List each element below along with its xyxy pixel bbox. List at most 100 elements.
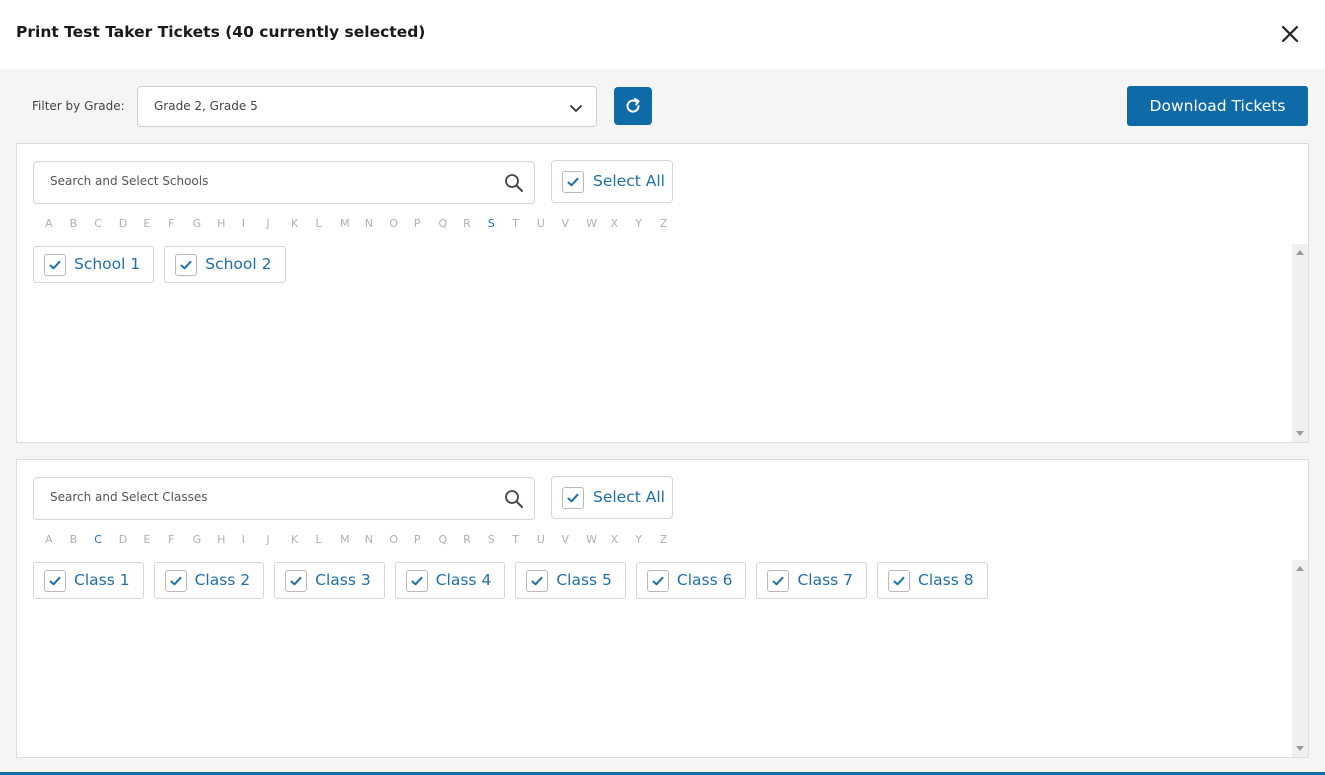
alpha-letter-w[interactable]: W: [586, 217, 611, 233]
alpha-letter-t[interactable]: T: [512, 533, 537, 549]
alpha-letter-p[interactable]: P: [414, 533, 439, 549]
chip-checkbox[interactable]: [175, 254, 198, 276]
alpha-letter-a[interactable]: A: [45, 533, 70, 549]
chip-label: Class 5: [556, 571, 612, 589]
download-tickets-button[interactable]: Download Tickets: [1127, 86, 1308, 126]
select-all-label: Select All: [593, 172, 665, 190]
chip-checkbox[interactable]: [405, 570, 428, 592]
schools-chip[interactable]: School 1: [33, 246, 155, 283]
schools-scrollbar[interactable]: [1292, 244, 1308, 442]
alpha-letter-n[interactable]: N: [365, 217, 390, 233]
scroll-down-arrow[interactable]: [1296, 746, 1304, 751]
alpha-letter-u[interactable]: U: [537, 533, 562, 549]
chip-checkbox[interactable]: [44, 570, 66, 592]
chip-checkbox[interactable]: [44, 254, 66, 276]
alpha-letter-d[interactable]: D: [119, 533, 144, 549]
alpha-letter-m[interactable]: M: [340, 533, 365, 549]
alpha-letter-m[interactable]: M: [340, 217, 365, 233]
alpha-letter-o[interactable]: O: [389, 533, 414, 549]
alpha-letter-d[interactable]: D: [119, 217, 144, 233]
alpha-letter-n[interactable]: N: [365, 533, 390, 549]
chip-checkbox[interactable]: [164, 570, 187, 592]
classes-chip[interactable]: Class 5: [515, 562, 626, 599]
select-all-checkbox[interactable]: [562, 487, 584, 509]
alpha-letter-l[interactable]: L: [316, 533, 341, 549]
alpha-letter-g[interactable]: G: [193, 217, 218, 233]
classes-chip[interactable]: Class 7: [756, 562, 868, 599]
classes-chip[interactable]: Class 2: [153, 562, 265, 599]
alpha-letter-v[interactable]: V: [561, 533, 586, 549]
scroll-up-arrow[interactable]: [1296, 250, 1304, 255]
alpha-letter-u[interactable]: U: [537, 217, 562, 233]
chip-label: Class 6: [676, 571, 733, 589]
checkmark-icon: [411, 576, 423, 586]
chip-label: School 1: [74, 255, 141, 273]
alpha-letter-c[interactable]: C: [94, 217, 119, 233]
alpha-letter-t[interactable]: T: [512, 217, 537, 233]
search-icon[interactable]: [504, 489, 524, 509]
refresh-button[interactable]: [614, 87, 652, 125]
classes-chip[interactable]: Class 1: [33, 562, 144, 599]
alpha-letter-q[interactable]: Q: [439, 533, 464, 549]
close-button[interactable]: [1278, 22, 1302, 46]
alpha-letter-v[interactable]: V: [561, 217, 586, 233]
alpha-letter-k[interactable]: K: [291, 217, 316, 233]
alpha-letter-h[interactable]: H: [217, 533, 242, 549]
classes-chip[interactable]: Class 3: [274, 562, 385, 599]
alpha-letter-l[interactable]: L: [316, 217, 341, 233]
classes-chip[interactable]: Class 8: [877, 562, 988, 599]
scroll-up-arrow[interactable]: [1296, 566, 1304, 571]
alpha-letter-y[interactable]: Y: [635, 533, 660, 549]
alpha-letter-s[interactable]: S: [488, 533, 513, 549]
alpha-letter-f[interactable]: F: [168, 217, 193, 233]
chip-checkbox[interactable]: [285, 570, 308, 592]
chip-checkbox[interactable]: [526, 570, 549, 592]
classes-chip[interactable]: Class 6: [635, 562, 747, 599]
alpha-letter-r[interactable]: R: [463, 533, 488, 549]
class-search-input[interactable]: [50, 490, 490, 504]
alpha-letter-e[interactable]: E: [143, 217, 168, 233]
alpha-letter-f[interactable]: F: [168, 533, 193, 549]
schools-select-all[interactable]: Select All: [551, 160, 673, 203]
alpha-letter-o[interactable]: O: [389, 217, 414, 233]
alpha-letter-b[interactable]: B: [70, 217, 95, 233]
chip-checkbox[interactable]: [767, 570, 790, 592]
alpha-letter-c[interactable]: C: [94, 533, 119, 549]
dialog-title: Print Test Taker Tickets (40 currently s…: [16, 23, 426, 41]
chip-checkbox[interactable]: [888, 570, 911, 592]
alpha-letter-k[interactable]: K: [291, 533, 316, 549]
alpha-letter-h[interactable]: H: [217, 217, 242, 233]
checkmark-icon: [772, 576, 784, 586]
dialog-header: Print Test Taker Tickets (40 currently s…: [0, 0, 1325, 69]
select-all-label: Select All: [593, 488, 665, 506]
alpha-letter-b[interactable]: B: [70, 533, 95, 549]
alpha-letter-p[interactable]: P: [414, 217, 439, 233]
chip-checkbox[interactable]: [646, 570, 669, 592]
alpha-letter-s[interactable]: S: [488, 217, 513, 233]
alpha-letter-r[interactable]: R: [463, 217, 488, 233]
alpha-letter-g[interactable]: G: [193, 533, 218, 549]
school-alphabet-filter: ABCDEFGHIJKLMNOPQRSTUVWXYZ: [45, 217, 684, 233]
alpha-letter-q[interactable]: Q: [439, 217, 464, 233]
classes-chip[interactable]: Class 4: [394, 562, 506, 599]
alpha-letter-z[interactable]: Z: [660, 217, 685, 233]
schools-chip[interactable]: School 2: [164, 246, 286, 283]
alpha-letter-z[interactable]: Z: [660, 533, 685, 549]
classes-select-all[interactable]: Select All: [551, 476, 673, 519]
alpha-letter-j[interactable]: J: [266, 217, 291, 233]
alpha-letter-w[interactable]: W: [586, 533, 611, 549]
alpha-letter-j[interactable]: J: [266, 533, 291, 549]
school-search-input[interactable]: [50, 174, 490, 188]
select-all-checkbox[interactable]: [562, 171, 584, 193]
search-icon[interactable]: [504, 173, 524, 193]
alpha-letter-x[interactable]: X: [611, 217, 636, 233]
classes-scrollbar[interactable]: [1292, 560, 1308, 757]
alpha-letter-i[interactable]: I: [242, 533, 267, 549]
grade-filter-select[interactable]: Grade 2, Grade 5: [137, 86, 597, 127]
alpha-letter-a[interactable]: A: [45, 217, 70, 233]
alpha-letter-e[interactable]: E: [143, 533, 168, 549]
scroll-down-arrow[interactable]: [1296, 431, 1304, 436]
alpha-letter-x[interactable]: X: [611, 533, 636, 549]
alpha-letter-y[interactable]: Y: [635, 217, 660, 233]
alpha-letter-i[interactable]: I: [242, 217, 267, 233]
